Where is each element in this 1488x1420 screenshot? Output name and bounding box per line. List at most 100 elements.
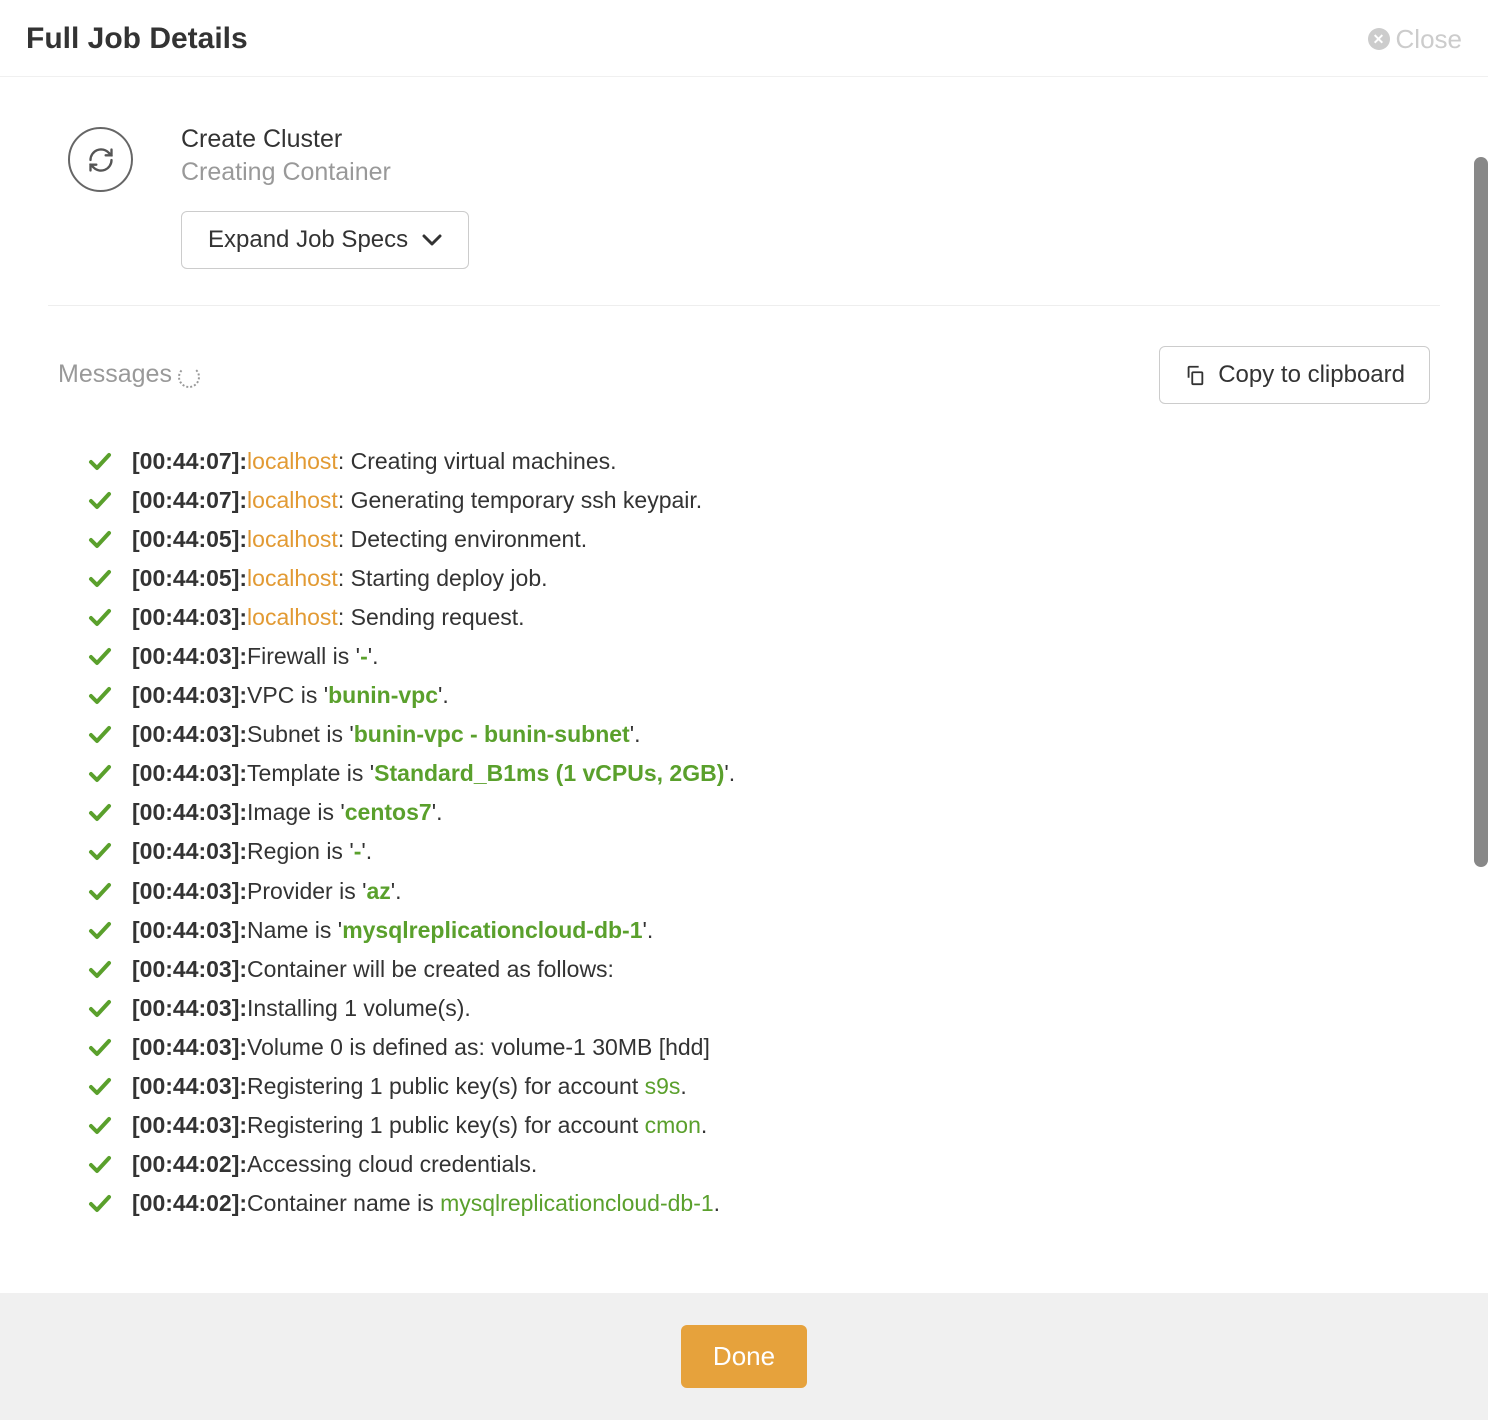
messages-section: Messages Copy to clipboard [00:44:07]:lo…	[48, 306, 1440, 1224]
log-text: '.	[391, 878, 402, 904]
log-text: :	[338, 526, 351, 552]
log-text: Name is '	[247, 917, 342, 943]
check-icon	[88, 761, 112, 785]
log-value: az	[366, 878, 390, 904]
log-text: '.	[361, 838, 372, 864]
log-row: [00:44:03]:Provider is 'az'.	[88, 872, 1430, 911]
log-message: Generating temporary ssh keypair.	[351, 487, 703, 513]
log-text: Image is '	[247, 799, 345, 825]
log-timestamp: [00:44:03]:	[132, 878, 247, 904]
job-info: Create Cluster Creating Container Expand…	[181, 123, 469, 269]
close-label: Close	[1396, 24, 1462, 55]
log-timestamp: [00:44:05]:	[132, 526, 247, 552]
log-timestamp: [00:44:03]:	[132, 760, 247, 786]
job-subtitle: Creating Container	[181, 158, 469, 187]
check-icon	[88, 1074, 112, 1098]
log-link[interactable]: cmon	[645, 1112, 701, 1138]
log-text: Region is '	[247, 838, 354, 864]
job-title: Create Cluster	[181, 123, 469, 156]
log-text: '.	[438, 682, 449, 708]
copy-icon	[1184, 364, 1206, 386]
check-icon	[88, 488, 112, 512]
log-text: :	[338, 565, 351, 591]
check-icon	[88, 683, 112, 707]
messages-label: Messages	[58, 360, 196, 389]
log-message: Volume 0 is defined as: volume-1 30MB [h…	[247, 1034, 710, 1060]
log-text: .	[701, 1112, 707, 1138]
log-row: [00:44:02]:Accessing cloud credentials.	[88, 1145, 1430, 1184]
copy-to-clipboard-button[interactable]: Copy to clipboard	[1159, 346, 1430, 404]
log-host: localhost	[247, 487, 338, 513]
log-host: localhost	[247, 604, 338, 630]
status-refresh-icon	[68, 127, 133, 192]
check-icon	[88, 605, 112, 629]
log-link[interactable]: s9s	[645, 1073, 681, 1099]
log-timestamp: [00:44:03]:	[132, 682, 247, 708]
log-row: [00:44:03]:Firewall is '-'.	[88, 637, 1430, 676]
log-text: :	[338, 487, 351, 513]
check-icon	[88, 800, 112, 824]
check-icon	[88, 879, 112, 903]
log-row: [00:44:03]:Volume 0 is defined as: volum…	[88, 1028, 1430, 1067]
log-value: bunin-vpc	[328, 682, 438, 708]
log-value: centos7	[345, 799, 432, 825]
log-timestamp: [00:44:03]:	[132, 956, 247, 982]
log-text: Registering 1 public key(s) for account	[247, 1112, 645, 1138]
check-icon	[88, 1191, 112, 1215]
log-timestamp: [00:44:03]:	[132, 604, 247, 630]
log-link[interactable]: mysqlreplicationcloud-db-1	[440, 1190, 714, 1216]
log-host: localhost	[247, 448, 338, 474]
log-timestamp: [00:44:02]:	[132, 1190, 247, 1216]
log-message: Starting deploy job.	[351, 565, 548, 591]
chevron-down-icon	[422, 234, 442, 246]
check-icon	[88, 1035, 112, 1059]
log-timestamp: [00:44:07]:	[132, 487, 247, 513]
modal-body: Create Cluster Creating Container Expand…	[0, 77, 1488, 1293]
close-button[interactable]: ✕ Close	[1368, 24, 1462, 55]
log-row: [00:44:03]:Image is 'centos7'.	[88, 793, 1430, 832]
log-text: '.	[368, 643, 379, 669]
log-host: localhost	[247, 565, 338, 591]
check-icon	[88, 449, 112, 473]
close-icon: ✕	[1368, 28, 1390, 50]
check-icon	[88, 839, 112, 863]
log-message: Detecting environment.	[351, 526, 588, 552]
log-value: mysqlreplicationcloud-db-1	[342, 917, 642, 943]
log-timestamp: [00:44:05]:	[132, 565, 247, 591]
log-message: Creating virtual machines.	[351, 448, 617, 474]
check-icon	[88, 644, 112, 668]
log-row: [00:44:03]:VPC is 'bunin-vpc'.	[88, 676, 1430, 715]
log-row: [00:44:02]:Container name is mysqlreplic…	[88, 1184, 1430, 1223]
log-text: Provider is '	[247, 878, 366, 904]
log-message: Container will be created as follows:	[247, 956, 614, 982]
check-icon	[88, 996, 112, 1020]
log-list: [00:44:07]:localhost: Creating virtual m…	[48, 442, 1440, 1224]
log-text: Template is '	[247, 760, 374, 786]
check-icon	[88, 1152, 112, 1176]
log-timestamp: [00:44:03]:	[132, 917, 247, 943]
log-row: [00:44:07]:localhost: Creating virtual m…	[88, 442, 1430, 481]
log-value: bunin-vpc - bunin-subnet	[354, 721, 630, 747]
expand-job-specs-button[interactable]: Expand Job Specs	[181, 211, 469, 269]
check-icon	[88, 566, 112, 590]
check-icon	[88, 957, 112, 981]
log-value: -	[360, 643, 368, 669]
log-host: localhost	[247, 526, 338, 552]
check-icon	[88, 918, 112, 942]
scrollbar[interactable]	[1474, 157, 1488, 867]
log-timestamp: [00:44:03]:	[132, 721, 247, 747]
log-text: '.	[643, 917, 654, 943]
log-timestamp: [00:44:03]:	[132, 643, 247, 669]
modal-header: Full Job Details ✕ Close	[0, 0, 1488, 77]
log-message: Sending request.	[351, 604, 525, 630]
log-timestamp: [00:44:07]:	[132, 448, 247, 474]
modal: Full Job Details ✕ Close Create Cluster …	[0, 0, 1488, 1420]
log-row: [00:44:03]:Template is 'Standard_B1ms (1…	[88, 754, 1430, 793]
check-icon	[88, 1113, 112, 1137]
log-message: Installing 1 volume(s).	[247, 995, 471, 1021]
spinner-icon	[178, 366, 196, 384]
log-text: Container name is	[247, 1190, 440, 1216]
done-button[interactable]: Done	[681, 1325, 807, 1388]
log-text: '.	[724, 760, 735, 786]
log-timestamp: [00:44:03]:	[132, 799, 247, 825]
